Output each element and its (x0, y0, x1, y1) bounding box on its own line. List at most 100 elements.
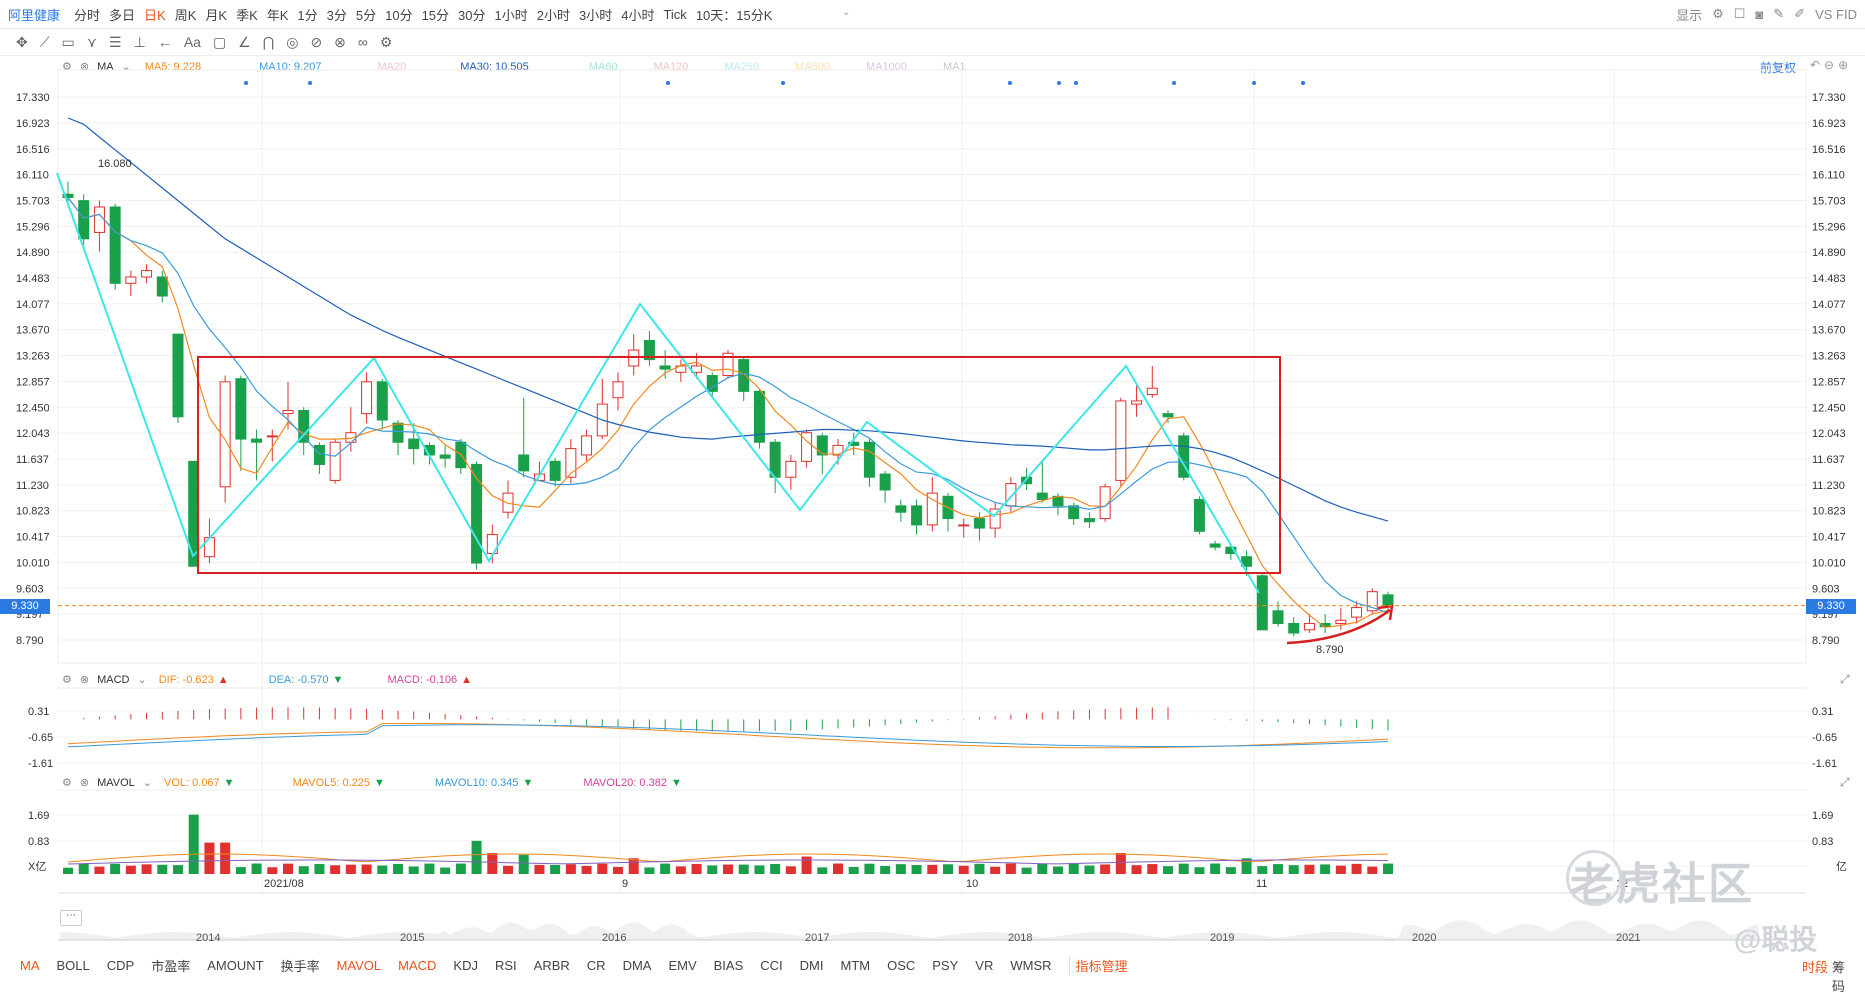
indicator-dma[interactable]: DMA (623, 958, 652, 973)
volume-bar (770, 863, 781, 874)
volume-bar (1178, 863, 1189, 874)
indicator-cci[interactable]: CCI (760, 958, 782, 973)
volume-bar (503, 865, 513, 874)
price-tick-right: 11.637 (1812, 454, 1845, 466)
indicator-arbr[interactable]: ARBR (534, 958, 570, 973)
candle-body (109, 206, 121, 284)
candle-body (1131, 400, 1143, 405)
indicator-manage[interactable]: 指标管理 (1068, 956, 1128, 975)
indicator-boll[interactable]: BOLL (57, 958, 90, 973)
macd-name[interactable]: MACD (97, 674, 129, 686)
volume-bar (550, 864, 561, 874)
candle-body (1083, 518, 1095, 523)
volume-bar (628, 858, 639, 874)
volume-bar (1115, 853, 1126, 874)
price-tick-left: 15.296 (16, 221, 50, 233)
volume-bar (141, 864, 152, 874)
vol-value: VOL: 0.067 (164, 776, 220, 789)
candle-body (1272, 610, 1284, 624)
low-price-label: 8.790 (1316, 644, 1344, 656)
volume-bar (1320, 864, 1331, 874)
vol-name[interactable]: MAVOL (97, 777, 135, 789)
indicator-wmsr[interactable]: WMSR (1010, 958, 1051, 973)
indicator-pe[interactable]: 市盈率 (151, 956, 190, 975)
event-marker (1172, 81, 1176, 85)
price-tick-right: 16.516 (1812, 144, 1846, 156)
volume-bar (440, 867, 451, 874)
volume-bar (943, 864, 953, 874)
event-marker (781, 81, 785, 85)
candle-body (816, 435, 828, 456)
volume-bar (1053, 866, 1063, 874)
indicator-cr[interactable]: CR (587, 958, 606, 973)
macd-tick-right: -0.65 (1812, 732, 1837, 744)
volume-bar (911, 865, 922, 874)
close-icon[interactable]: ⊗ (80, 776, 89, 789)
event-marker (244, 81, 248, 85)
navigator-area (60, 920, 1760, 940)
expand-icon[interactable]: ⤢ (1840, 672, 1850, 687)
macd-value: MACD: -0.106 (387, 673, 458, 686)
vol-tick-left: 1.69 (28, 810, 49, 822)
chart-canvas[interactable]: 17.330 17.330 16.923 16.923 16.516 16.516 16.1… (0, 0, 1865, 950)
volume-bar (220, 842, 231, 874)
price-tick-left: 17.330 (16, 92, 50, 104)
candle-body (1115, 400, 1127, 481)
volume-bar (597, 863, 608, 874)
volume-bar (1147, 864, 1158, 874)
candle-body (612, 381, 624, 399)
indicator-mavol[interactable]: MAVOL (337, 958, 382, 973)
gear-icon[interactable]: ⚙ (62, 776, 72, 789)
indicator-kdj[interactable]: KDJ (453, 958, 478, 973)
navigator-year: 2018 (1008, 932, 1033, 944)
chips-toggle[interactable]: 筹码 (1832, 957, 1848, 995)
volume-bar (644, 867, 655, 874)
indicator-psy[interactable]: PSY (932, 958, 958, 973)
indicator-dmi[interactable]: DMI (800, 958, 824, 973)
close-icon[interactable]: ⊗ (80, 673, 89, 686)
session-toggle[interactable]: 时段 (1802, 957, 1828, 976)
candle-body (863, 441, 875, 478)
indicator-amount[interactable]: AMOUNT (207, 958, 263, 973)
date-label: 9 (622, 878, 629, 890)
price-panel-frame (57, 69, 1807, 664)
chevron-down-icon[interactable]: ⌄ (137, 673, 146, 686)
macd-tick-right: 0.31 (1812, 706, 1833, 718)
indicator-osc[interactable]: OSC (887, 958, 915, 973)
price-tick-right: 15.296 (1812, 221, 1846, 233)
macd-dif: DIF: -0.623 (158, 673, 214, 686)
price-tick-left: 14.890 (16, 247, 50, 259)
event-marker (1301, 81, 1305, 85)
candle-body (785, 460, 797, 478)
indicator-emv[interactable]: EMV (668, 958, 696, 973)
indicator-cdp[interactable]: CDP (107, 958, 134, 973)
gear-icon[interactable]: ⚙ (62, 673, 72, 686)
volume-bar (990, 866, 1001, 874)
indicator-ma[interactable]: MA (20, 958, 40, 973)
navigator-menu-button[interactable]: ⋯ (60, 910, 82, 926)
candle-body (156, 276, 168, 297)
candle-body (125, 276, 137, 284)
candle-body (1288, 622, 1300, 634)
price-tick-left: 11.230 (16, 480, 49, 492)
indicator-macd[interactable]: MACD (398, 958, 436, 973)
volume-bar (424, 863, 435, 874)
indicator-mtm[interactable]: MTM (840, 958, 870, 973)
candle-body (1303, 622, 1315, 631)
expand-icon[interactable]: ⤢ (1840, 775, 1850, 790)
mavol5-value: MAVOL5: 0.225 (292, 776, 371, 789)
chevron-down-icon[interactable]: ⌄ (143, 776, 152, 789)
indicator-rsi[interactable]: RSI (495, 958, 517, 973)
candle-body (1351, 607, 1363, 618)
macd-tick-left: -1.61 (28, 758, 53, 770)
volume-bar (974, 863, 985, 874)
indicator-bar: MA BOLL CDP 市盈率 AMOUNT 换手率 MAVOL MACD KD… (0, 950, 1865, 994)
indicator-bias[interactable]: BIAS (714, 958, 744, 973)
volume-bar (613, 866, 623, 874)
volume-bar (518, 854, 529, 874)
candle-body (518, 454, 530, 472)
candle-body (235, 378, 247, 440)
indicator-vr[interactable]: VR (975, 958, 993, 973)
volume-bar (125, 865, 136, 874)
indicator-turnover[interactable]: 换手率 (281, 956, 320, 975)
